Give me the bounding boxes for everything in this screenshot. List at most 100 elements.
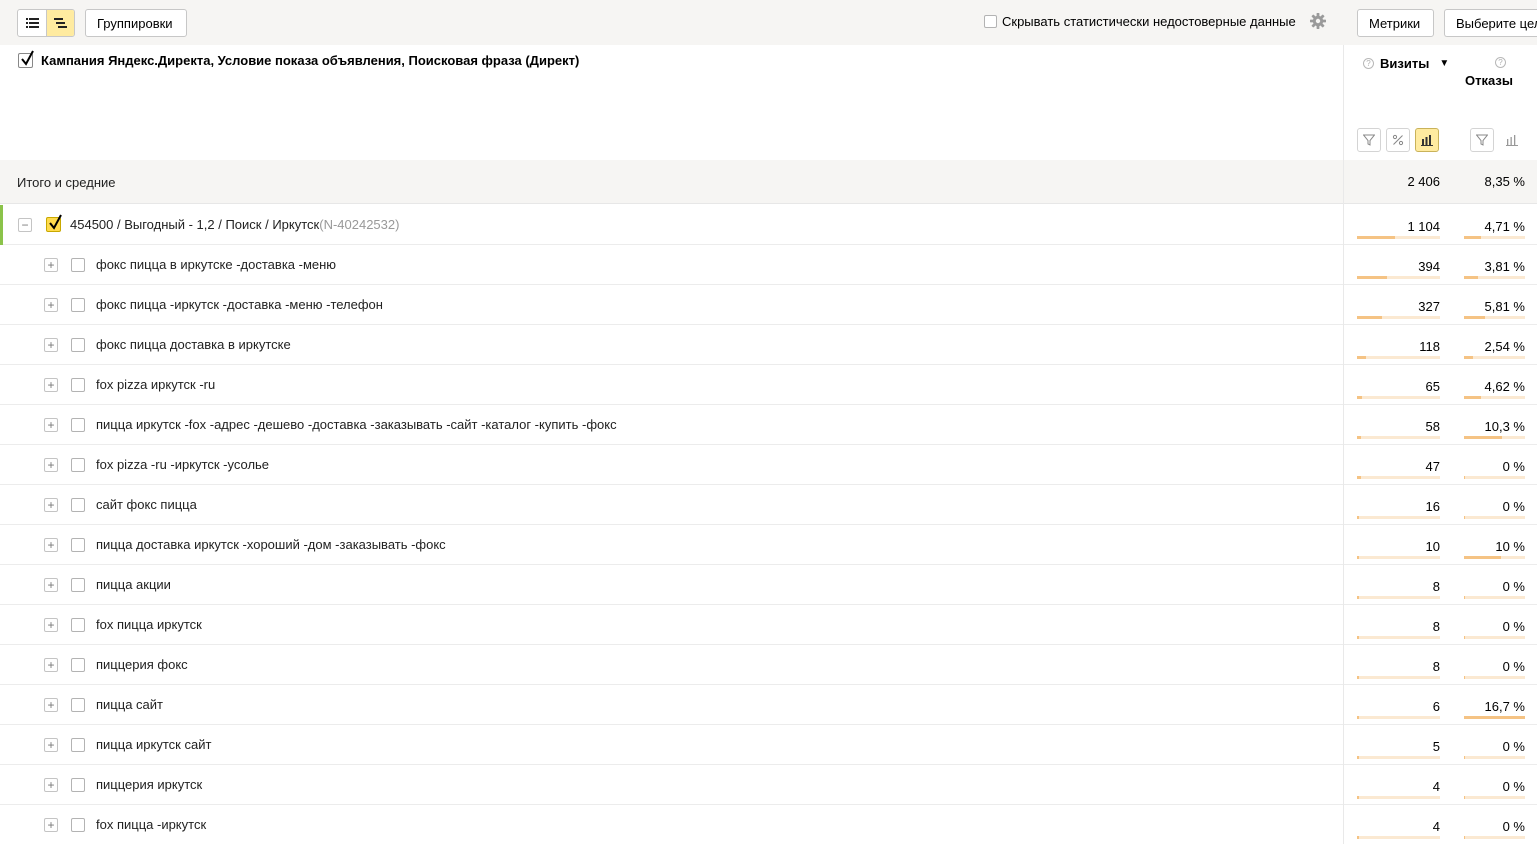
expand-button[interactable]: +	[44, 698, 58, 712]
list-view-button[interactable]	[18, 10, 46, 36]
table-row[interactable]: + fox pizza иркутск -ru 65 4,62 %	[0, 365, 1537, 405]
row-label[interactable]: фокс пицца в иркутске -доставка -меню	[96, 257, 336, 272]
visits-bars-button[interactable]	[1415, 128, 1439, 152]
row-label[interactable]: пицца иркутск сайт	[96, 737, 211, 752]
row-label[interactable]: пицца сайт	[96, 697, 163, 712]
visits-bar	[1357, 716, 1440, 719]
row-label[interactable]: фокс пицца доставка в иркутске	[96, 337, 291, 352]
expand-button[interactable]: +	[44, 778, 58, 792]
bounces-filter-button[interactable]	[1470, 128, 1494, 152]
collapse-button[interactable]: −	[18, 218, 32, 232]
row-label-text: 454500 / Выгодный - 1,2 / Поиск / Иркутс…	[70, 217, 320, 232]
row-label[interactable]: пицца акции	[96, 577, 171, 592]
visits-percent-button[interactable]	[1386, 128, 1410, 152]
row-checkbox[interactable]	[71, 258, 85, 272]
visits-bar-fill	[1357, 356, 1366, 359]
table-row[interactable]: + пиццерия фокс 8 0 %	[0, 645, 1537, 685]
bounces-bars-button[interactable]	[1500, 128, 1524, 152]
bounces-bar-fill	[1464, 276, 1478, 279]
expand-button[interactable]: +	[44, 258, 58, 272]
expand-button[interactable]: +	[44, 538, 58, 552]
table-row[interactable]: + сайт фокс пицца 16 0 %	[0, 485, 1537, 525]
bounces-bar	[1464, 316, 1525, 319]
dimensions-checkbox[interactable]	[18, 50, 34, 68]
expand-button[interactable]: +	[44, 738, 58, 752]
row-checkbox[interactable]	[71, 498, 85, 512]
row-checkbox[interactable]	[71, 738, 85, 752]
row-visits: 118	[1419, 339, 1440, 354]
row-label[interactable]: fox пицца иркутск	[96, 617, 202, 632]
row-label[interactable]: fox пицца -иркутск	[96, 817, 206, 832]
table-row[interactable]: + пиццерия иркутск 4 0 %	[0, 765, 1537, 805]
bounces-bar	[1464, 716, 1525, 719]
row-label[interactable]: пиццерия иркутск	[96, 777, 202, 792]
sort-desc-icon[interactable]: ▼	[1439, 58, 1449, 69]
bounces-bar	[1464, 516, 1525, 519]
groupings-button[interactable]: Группировки	[85, 9, 187, 37]
column-header-visits[interactable]: ? Визиты ▼	[1363, 56, 1449, 71]
column-title-bounces[interactable]: Отказы	[1465, 73, 1513, 88]
expand-button[interactable]: +	[44, 338, 58, 352]
row-checkbox[interactable]	[46, 214, 62, 232]
tree-view-button[interactable]	[46, 10, 74, 36]
row-checkbox[interactable]	[71, 538, 85, 552]
row-label[interactable]: fox pizza иркутск -ru	[96, 377, 215, 392]
row-checkbox[interactable]	[71, 298, 85, 312]
visits-filter-button[interactable]	[1357, 128, 1381, 152]
table-row[interactable]: + фокс пицца в иркутске -доставка -меню …	[0, 245, 1537, 285]
table-row[interactable]: + фокс пицца доставка в иркутске 118 2,5…	[0, 325, 1537, 365]
bounces-bar-fill	[1464, 676, 1465, 679]
expand-button[interactable]: +	[44, 458, 58, 472]
row-checkbox[interactable]	[71, 778, 85, 792]
row-checkbox[interactable]	[71, 818, 85, 832]
row-checkbox[interactable]	[71, 418, 85, 432]
row-bounces: 0 %	[1502, 579, 1525, 594]
visits-bar-fill	[1357, 396, 1362, 399]
dimensions-selector[interactable]: Кампания Яндекс.Директа, Условие показа …	[18, 50, 579, 68]
visits-bar-fill	[1357, 276, 1387, 279]
hide-unreliable-checkbox[interactable]	[984, 15, 997, 28]
row-checkbox[interactable]	[71, 618, 85, 632]
expand-button[interactable]: +	[44, 658, 58, 672]
row-label[interactable]: фокс пицца -иркутск -доставка -меню -тел…	[96, 297, 383, 312]
row-bounces: 0 %	[1502, 619, 1525, 634]
gear-icon[interactable]	[1309, 12, 1327, 30]
row-checkbox[interactable]	[71, 378, 85, 392]
row-label[interactable]: 454500 / Выгодный - 1,2 / Поиск / Иркутс…	[70, 217, 399, 232]
expand-button[interactable]: +	[44, 618, 58, 632]
table-row[interactable]: + пицца сайт 6 16,7 %	[0, 685, 1537, 725]
expand-button[interactable]: +	[44, 298, 58, 312]
row-label[interactable]: fox pizza -ru -иркутск -усолье	[96, 457, 269, 472]
hide-unreliable-toggle[interactable]: Скрывать статистически недостоверные дан…	[984, 14, 1296, 29]
table-row[interactable]: + fox пицца иркутск 8 0 %	[0, 605, 1537, 645]
row-visits: 327	[1418, 299, 1440, 314]
row-checkbox[interactable]	[71, 658, 85, 672]
row-label[interactable]: пиццерия фокс	[96, 657, 188, 672]
table-row[interactable]: + пицца доставка иркутск -хороший -дом -…	[0, 525, 1537, 565]
help-icon[interactable]: ?	[1363, 58, 1374, 69]
visits-bar	[1357, 236, 1440, 239]
expand-button[interactable]: +	[44, 578, 58, 592]
table-row[interactable]: + фокс пицца -иркутск -доставка -меню -т…	[0, 285, 1537, 325]
row-checkbox[interactable]	[71, 338, 85, 352]
row-checkbox[interactable]	[71, 698, 85, 712]
row-checkbox[interactable]	[71, 458, 85, 472]
table-row[interactable]: + пицца иркутск сайт 5 0 %	[0, 725, 1537, 765]
row-label[interactable]: пицца доставка иркутск -хороший -дом -за…	[96, 537, 446, 552]
expand-button[interactable]: +	[44, 378, 58, 392]
row-label[interactable]: пицца иркутск -fox -адрес -дешево -доста…	[96, 417, 617, 432]
table-row[interactable]: + пицца иркутск -fox -адрес -дешево -дос…	[0, 405, 1537, 445]
help-icon[interactable]: ?	[1495, 57, 1506, 68]
expand-button[interactable]: +	[44, 498, 58, 512]
choose-goal-button[interactable]: Выберите цел	[1444, 9, 1537, 37]
expand-button[interactable]: +	[44, 418, 58, 432]
table-row[interactable]: + fox pizza -ru -иркутск -усолье 47 0 %	[0, 445, 1537, 485]
table-row[interactable]: + fox пицца -иркутск 4 0 %	[0, 805, 1537, 844]
metrics-button[interactable]: Метрики	[1357, 9, 1434, 37]
row-label[interactable]: сайт фокс пицца	[96, 497, 197, 512]
table-row[interactable]: + пицца акции 8 0 %	[0, 565, 1537, 605]
bounces-bar-fill	[1464, 316, 1486, 319]
expand-button[interactable]: +	[44, 818, 58, 832]
table-row-parent[interactable]: − 454500 / Выгодный - 1,2 / Поиск / Ирку…	[0, 205, 1537, 245]
row-checkbox[interactable]	[71, 578, 85, 592]
